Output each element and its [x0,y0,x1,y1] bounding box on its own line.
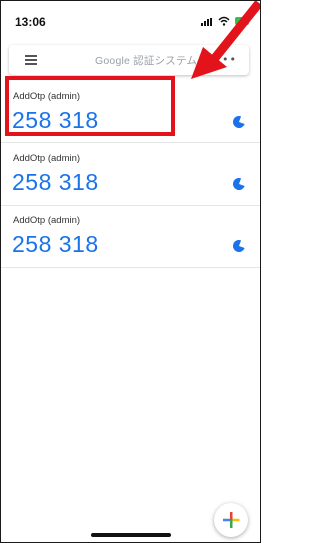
list-item[interactable]: AddOtp (admin) 258 318 [1,143,260,205]
divider [1,267,260,268]
status-bar: 13:06 [1,1,260,37]
status-time: 13:06 [15,15,46,29]
highlight-box [5,76,175,136]
account-label: AddOtp (admin) [13,153,81,164]
more-horizontal-icon[interactable]: ••• [215,53,237,66]
hamburger-menu-icon[interactable] [25,55,37,65]
list-item[interactable]: AddOtp (admin) 258 318 [1,205,260,267]
countdown-timer-icon [233,240,245,252]
app-title: Google 認証システム [95,55,198,67]
add-plus-icon [223,512,240,528]
account-label: AddOtp (admin) [13,215,81,226]
wifi-icon [218,16,230,26]
otp-code[interactable]: 258 318 [12,231,99,258]
signal-icon [201,18,215,26]
add-button[interactable] [214,503,248,537]
otp-code[interactable]: 258 318 [12,169,99,196]
countdown-timer-icon [233,178,245,190]
app-bar: Google 認証システム ••• [9,45,249,75]
countdown-timer-icon [233,116,245,128]
phone-screen: 13:06 Google 認証システム ••• AddOtp (admin) 2… [0,0,261,543]
home-indicator [91,533,171,537]
battery-icon [235,17,249,25]
